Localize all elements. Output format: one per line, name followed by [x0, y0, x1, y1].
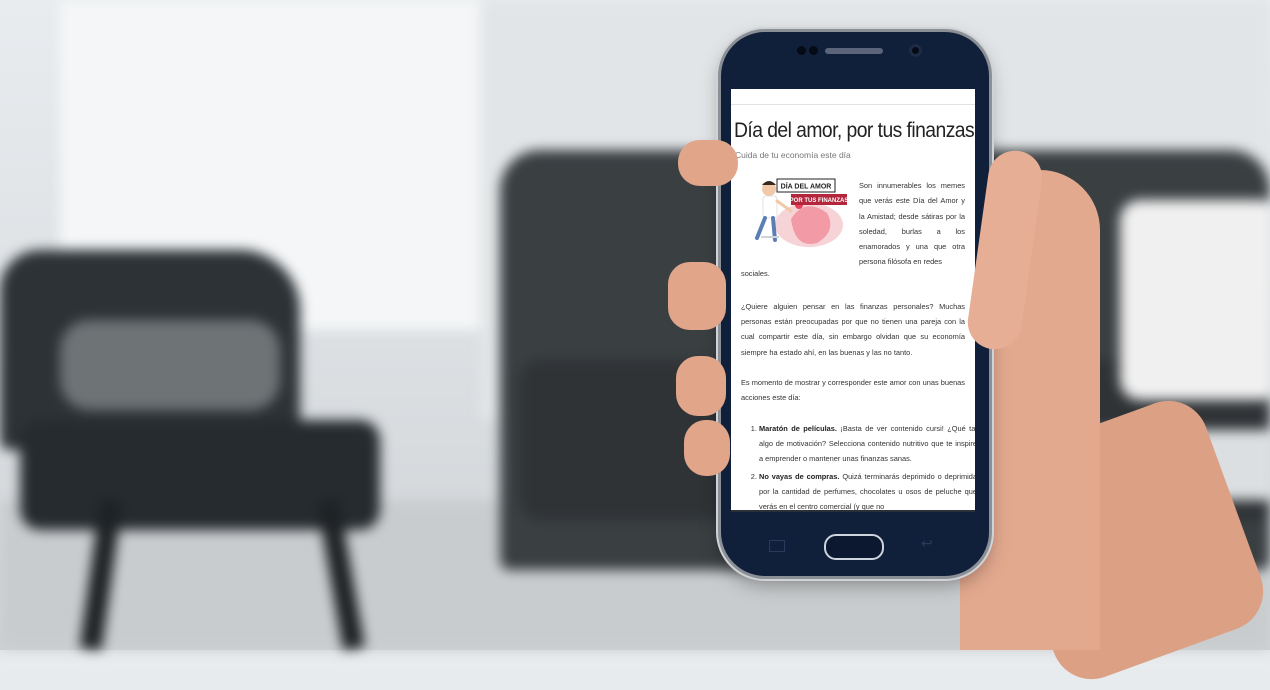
header-divider [731, 104, 975, 105]
recent-apps-icon[interactable] [769, 540, 785, 552]
intro-paragraph-tail: sociales. [741, 269, 770, 278]
person-shirt [762, 195, 778, 219]
article-title: Día del amor, por tus finanzas [734, 119, 975, 142]
list-item: Maratón de películas. ¡Basta de ver cont… [759, 421, 975, 467]
tips-list: Maratón de películas. ¡Basta de ver cont… [747, 421, 975, 516]
index-finger [678, 140, 738, 186]
list-item-heading: No vayas de compras. [759, 471, 840, 481]
list-item: No vayas de compras. Quizá terminarás de… [759, 469, 975, 515]
person-hair [762, 181, 776, 185]
list-item-heading: Maratón de películas. [759, 424, 837, 433]
middle-finger [668, 262, 726, 330]
armchair-cushion [60, 320, 280, 410]
banner-text-line2: POR TUS FINANZAS [790, 198, 849, 204]
article-subtitle: Cuida de tu economía este día [735, 150, 851, 160]
light-sensor [809, 46, 818, 55]
intro-paragraph: Son innumerables los memes que verás est… [859, 181, 965, 267]
proximity-sensor [797, 46, 806, 55]
banner-text-line1: DÍA DEL AMOR [781, 182, 832, 191]
home-button[interactable] [824, 534, 884, 560]
smartphone: Día del amor, por tus finanzas Cuida de … [721, 32, 989, 576]
screen-bottom-bar [731, 510, 975, 522]
pillow [1120, 200, 1270, 400]
earpiece-speaker [825, 48, 883, 54]
paragraph-3: Es momento de mostrar y corresponder est… [741, 378, 965, 403]
back-icon[interactable]: ↩ [921, 536, 933, 552]
front-camera-icon [909, 44, 922, 57]
phone-screen: Día del amor, por tus finanzas Cuida de … [731, 89, 975, 522]
ring-finger [676, 356, 726, 416]
little-finger [684, 420, 730, 476]
paragraph-2: ¿Quiere alguien pensar en las finanzas p… [741, 302, 965, 357]
valentine-finance-illustration: DÍA DEL AMOR POR TUS FINANZAS [755, 178, 849, 247]
